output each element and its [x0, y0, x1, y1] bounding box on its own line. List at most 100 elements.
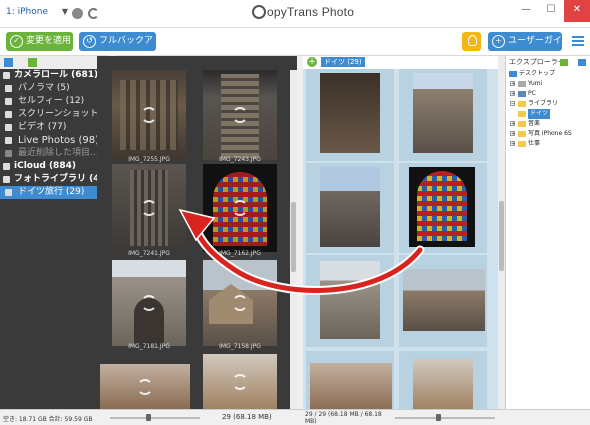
live-photo-icon — [5, 137, 12, 144]
sidebar-item-video[interactable]: ビデオ (77) — [0, 121, 97, 134]
photo-thumbnail[interactable] — [203, 354, 277, 409]
explorer-item-label: 仕事 — [528, 140, 541, 147]
status-bar: 空き: 18.71 GB 合計: 59.59 GB 29 (68.18 MB) … — [0, 409, 590, 425]
folder-icon — [518, 121, 526, 127]
eject-icon[interactable] — [72, 8, 83, 19]
right-zoom-slider[interactable] — [395, 417, 495, 419]
expand-icon[interactable]: + — [510, 91, 515, 97]
pc-photo-cell[interactable] — [399, 351, 487, 409]
collapse-icon[interactable] — [4, 58, 13, 67]
sidebar-item-selfie[interactable]: セルフィー (12) — [0, 95, 97, 108]
minimize-button[interactable]: — — [514, 0, 538, 22]
user-icon — [518, 81, 526, 87]
add-album-icon[interactable]: + — [307, 57, 317, 67]
explorer-item-label: 音楽 — [528, 120, 541, 127]
expand-icon[interactable]: + — [510, 121, 515, 127]
explorer-item-music[interactable]: + 音楽 — [506, 119, 590, 129]
lifebuoy-icon: + — [492, 35, 505, 48]
expand-icon[interactable]: + — [510, 131, 515, 137]
photo-thumbnail[interactable] — [203, 164, 277, 252]
explorer-pane: エクスプローラー デスクトップ + Yumi + PC − ライブラリ ドイツ + 音楽… — [505, 56, 590, 409]
explorer-item-library[interactable]: − ライブラリ — [506, 99, 590, 109]
explorer-item-label: デスクトップ — [519, 70, 556, 77]
sidebar-item-label: ビデオ (77) — [18, 122, 67, 132]
collapse-icon[interactable]: − — [510, 101, 515, 107]
device-photo-grid: IMG_7255.JPG IMG_7243.JPG IMG_7241.JPG I… — [97, 56, 297, 409]
refresh-icon[interactable] — [88, 8, 99, 19]
left-zoom-slider[interactable] — [110, 417, 200, 419]
lightbulb-icon[interactable] — [462, 32, 481, 51]
photo-thumbnail[interactable] — [203, 70, 277, 160]
slider-knob[interactable] — [146, 414, 151, 421]
photo-thumbnail[interactable] — [112, 164, 186, 252]
sidebar-item-live-photos[interactable]: Live Photos (98) — [0, 134, 100, 147]
photo-filename: IMG_7255.JPG — [128, 156, 170, 163]
sidebar-item-germany-trip[interactable]: ドイツ旅行 (29) — [0, 186, 97, 199]
explorer-item-desktop[interactable]: デスクトップ — [506, 69, 590, 79]
photo-filename: IMG_7158.JPG — [219, 343, 261, 350]
folder-icon — [518, 131, 526, 137]
sidebar-item-label: 最近削除した項目... — [18, 148, 99, 158]
pc-photo-cell[interactable] — [399, 255, 487, 347]
desktop-icon — [509, 71, 517, 77]
sync-icon — [137, 379, 153, 395]
sync-icon — [232, 200, 248, 216]
app-title-text: opyTrans Photo — [267, 5, 355, 19]
sidebar-item-camera-roll[interactable]: カメラロール (681) — [0, 69, 99, 82]
expand-icon[interactable]: + — [510, 81, 515, 87]
scrollbar-thumb[interactable] — [291, 202, 296, 272]
free-space-text: 空き: 18.71 GB 合計: 59.59 GB — [3, 416, 93, 423]
explorer-item-pc[interactable]: + PC — [506, 89, 590, 99]
pc-photo-cell[interactable] — [306, 255, 394, 347]
explorer-item-iphone-photos[interactable]: + 写真 iPhone 6S — [506, 129, 590, 139]
photo-filename: IMG_7241.JPG — [128, 250, 170, 257]
full-backup-button[interactable]: ↺ フルバックアップ — [79, 32, 156, 65]
expand-icon[interactable]: + — [510, 141, 515, 147]
add-album-icon[interactable] — [28, 58, 37, 67]
pc-photo-cell[interactable] — [306, 163, 394, 253]
panorama-icon — [5, 85, 12, 92]
explorer-item-germany[interactable]: ドイツ — [506, 109, 590, 119]
device-dropdown[interactable]: 1: iPhone ▼ — [6, 7, 68, 21]
scrollbar-thumb[interactable] — [499, 201, 504, 271]
sidebar-item-photo-library[interactable]: フォトライブラリ (47) — [0, 173, 110, 186]
user-guide-button[interactable]: + ユーザーガイド — [488, 32, 562, 65]
sync-icon — [232, 107, 248, 123]
sidebar-item-label: セルフィー (12) — [18, 96, 85, 106]
selfie-icon — [5, 98, 12, 105]
pc-photo-cell[interactable] — [306, 69, 394, 161]
left-scrollbar[interactable] — [290, 70, 297, 409]
photo-thumbnail[interactable] — [100, 364, 190, 409]
explorer-item-work[interactable]: + 仕事 — [506, 139, 590, 149]
camera-icon — [3, 176, 10, 183]
sidebar-item-recently-deleted[interactable]: 最近削除した項目... — [0, 147, 99, 160]
pc-photo-cell[interactable] — [306, 351, 394, 409]
cloud-icon — [3, 163, 10, 170]
explorer-item-label: PC — [528, 90, 536, 97]
maximize-button[interactable]: ☐ — [539, 0, 563, 22]
folder-icon[interactable] — [560, 59, 568, 66]
slider-knob[interactable] — [436, 414, 441, 421]
sidebar-item-label: Live Photos (98) — [18, 135, 100, 146]
explorer-item-yumi[interactable]: + Yumi — [506, 79, 590, 89]
right-scrollbar[interactable] — [498, 56, 505, 409]
pc-photo-cell[interactable] — [399, 163, 487, 253]
photo-thumbnail[interactable] — [112, 70, 186, 160]
collapse-icon[interactable] — [578, 59, 586, 66]
sidebar-item-label: カメラロール (681) — [14, 70, 99, 80]
hamburger-menu-icon[interactable] — [572, 36, 584, 46]
photo-thumbnail[interactable] — [112, 260, 186, 346]
folder-icon — [518, 101, 526, 107]
left-photo-count: 29 (68.18 MB) — [222, 413, 272, 421]
sidebar-item-panorama[interactable]: パノラマ (5) — [0, 82, 97, 95]
photo-thumbnail[interactable] — [203, 260, 277, 346]
sync-icon — [232, 295, 248, 311]
sidebar-item-icloud[interactable]: iCloud (884) — [0, 160, 97, 173]
apply-changes-button[interactable]: ✓ 変更を適用 — [6, 32, 73, 51]
photo-filename: IMG_7243.JPG — [219, 156, 261, 163]
pc-photo-cell[interactable] — [399, 69, 487, 161]
sidebar-item-screenshots[interactable]: スクリーンショット (22) — [0, 108, 120, 121]
close-button[interactable]: ✕ — [564, 0, 590, 22]
explorer-item-label: Yumi — [528, 80, 543, 87]
folder-icon — [518, 141, 526, 147]
